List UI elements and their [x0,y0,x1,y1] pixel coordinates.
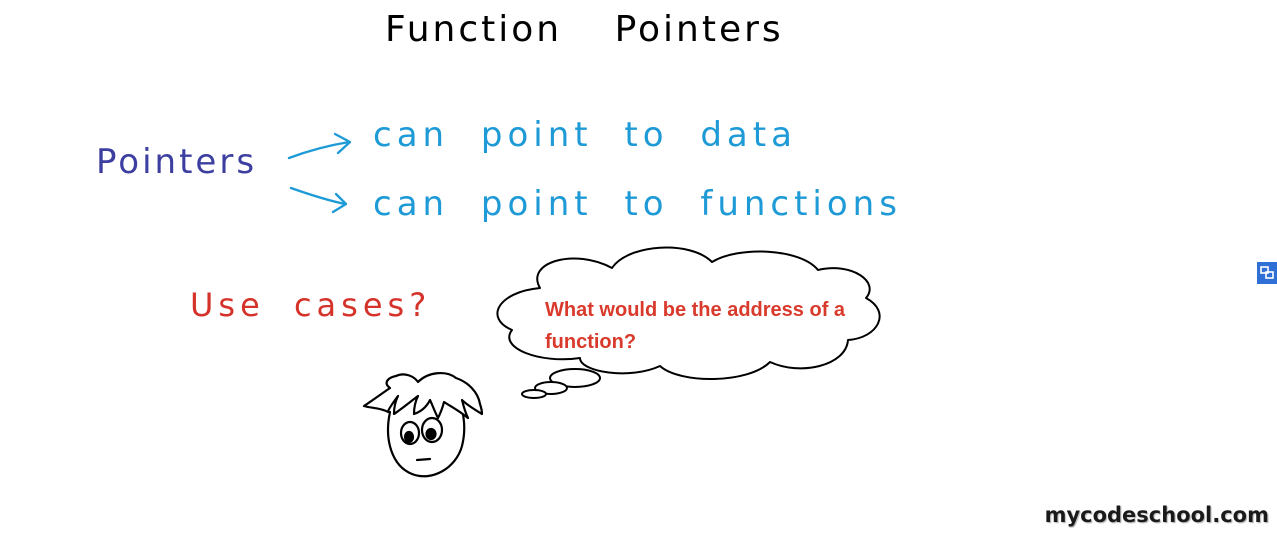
arrow-to-data [287,132,352,160]
channel-watermark: mycodeschool.com [1044,503,1269,527]
drawing-layer [287,132,881,478]
whiteboard-canvas: Function Pointers Pointers can point to … [0,0,1277,543]
arrow-to-functions [289,186,348,214]
thought-bubble-text: What would be the address of a function? [545,299,846,353]
expand-icon[interactable] [1257,262,1277,284]
branch-data-text: can point to data [373,115,797,155]
cartoon-face [362,372,484,478]
branch-functions-text: can point to functions [373,184,902,224]
use-cases-label: Use cases? [190,286,432,324]
expand-icon-glyph [1260,266,1274,279]
